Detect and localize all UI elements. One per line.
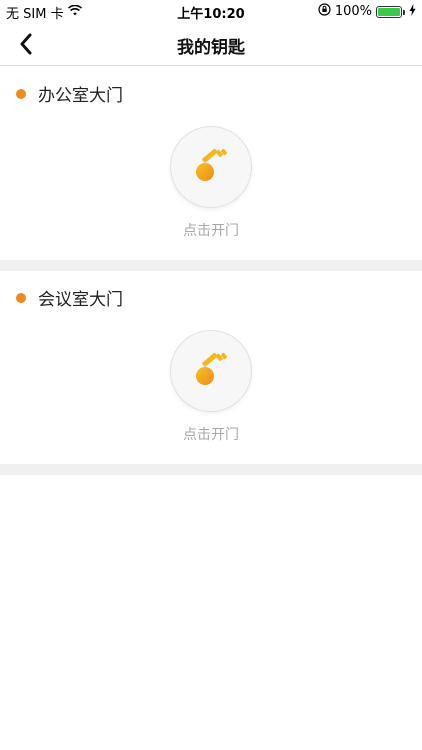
door-title-row: 办公室大门 <box>16 81 123 106</box>
open-door-label: 点击开门 <box>183 427 239 443</box>
page-title: 我的钥匙 <box>177 38 245 58</box>
charging-icon <box>409 3 416 20</box>
door-card: 会议室大门 点击开门 <box>0 271 422 464</box>
battery-fill <box>378 7 400 16</box>
door-title-row: 会议室大门 <box>16 285 123 310</box>
open-door-button[interactable] <box>170 330 252 412</box>
door-card: 办公室大门 点击开门 <box>0 67 422 260</box>
bullet-dot-icon <box>16 292 26 303</box>
section-divider <box>0 260 422 271</box>
status-right: 100% <box>318 3 416 20</box>
door-name: 会议室大门 <box>38 290 123 310</box>
battery-percent: 100% <box>334 4 372 19</box>
section-divider <box>0 464 422 475</box>
open-door-button[interactable] <box>170 126 252 208</box>
key-icon <box>196 148 228 181</box>
key-list: 办公室大门 点击开门 会议室大门 点击开门 <box>0 67 422 475</box>
open-door-label: 点击开门 <box>183 223 239 239</box>
battery-icon <box>376 5 405 18</box>
orientation-lock-icon <box>318 3 331 20</box>
key-icon <box>196 352 228 385</box>
door-name: 办公室大门 <box>38 86 123 106</box>
bullet-dot-icon <box>16 88 26 99</box>
navigation-bar: 我的钥匙 <box>0 22 422 66</box>
status-bar: 无 SIM 卡 上午10:20 100% <box>0 0 422 22</box>
